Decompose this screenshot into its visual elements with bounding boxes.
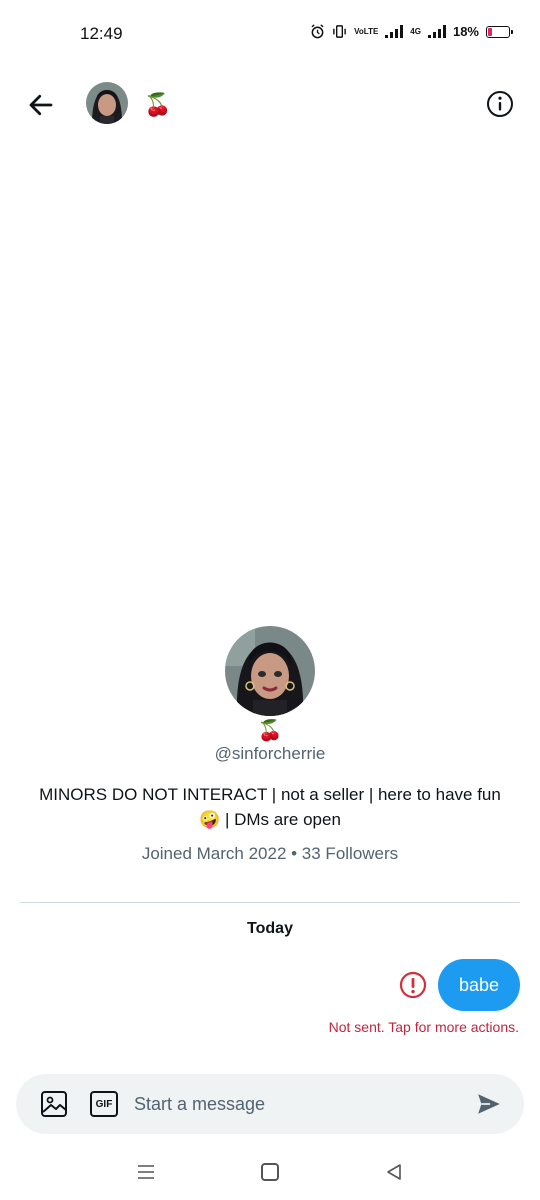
info-button[interactable] bbox=[486, 90, 514, 118]
error-icon[interactable] bbox=[399, 971, 427, 999]
info-icon bbox=[487, 91, 513, 117]
battery-level bbox=[488, 27, 492, 36]
profile-bio-line-2: 🤪 | DMs are open bbox=[199, 810, 341, 829]
battery-percent: 18% bbox=[452, 24, 479, 39]
arrow-left-icon bbox=[29, 94, 53, 116]
date-separator: Today bbox=[247, 920, 293, 937]
media-button[interactable] bbox=[40, 1090, 68, 1118]
triangle-back-icon bbox=[387, 1164, 401, 1180]
conversation-header: 🍒 bbox=[0, 76, 540, 132]
system-navbar bbox=[0, 1150, 540, 1200]
menu-icon bbox=[138, 1165, 154, 1179]
vibrate-icon bbox=[332, 24, 347, 39]
image-icon bbox=[41, 1091, 67, 1117]
message-status[interactable]: Not sent. Tap for more actions. bbox=[329, 1019, 519, 1035]
divider bbox=[20, 902, 520, 903]
profile-avatar[interactable] bbox=[225, 626, 315, 716]
signal-icon bbox=[385, 25, 404, 38]
signal-icon-2 bbox=[427, 25, 446, 38]
profile-name: 🍒 bbox=[257, 720, 283, 742]
recent-apps-button[interactable] bbox=[136, 1162, 156, 1182]
home-button[interactable] bbox=[261, 1163, 279, 1181]
header-name[interactable]: 🍒 bbox=[144, 92, 171, 118]
message-composer: GIF bbox=[16, 1074, 524, 1134]
profile-meta: Joined March 2022 • 33 Followers bbox=[141, 844, 399, 863]
system-back-button[interactable] bbox=[384, 1162, 404, 1182]
send-button[interactable] bbox=[476, 1091, 502, 1117]
battery-icon bbox=[486, 25, 513, 38]
avatar[interactable] bbox=[86, 82, 128, 124]
status-bar: 12:49 VoLTE 4G 18% bbox=[0, 0, 540, 68]
back-button[interactable] bbox=[26, 90, 56, 120]
message-bubble[interactable]: babe bbox=[438, 959, 520, 1011]
network-type-icon: 4G bbox=[410, 27, 421, 36]
message-input[interactable] bbox=[134, 1090, 454, 1118]
profile-handle: @sinforcherrie bbox=[214, 744, 326, 763]
gif-button[interactable]: GIF bbox=[90, 1091, 118, 1117]
volte-icon: VoLTE bbox=[354, 26, 379, 36]
profile-bio-line-1: MINORS DO NOT INTERACT | not a seller | … bbox=[39, 785, 501, 804]
profile-summary: 🍒 @sinforcherrie MINORS DO NOT INTERACT … bbox=[0, 626, 540, 864]
alarm-icon bbox=[310, 24, 325, 39]
status-icons: VoLTE 4G 18% bbox=[310, 24, 513, 39]
profile-bio: MINORS DO NOT INTERACT | not a seller | … bbox=[35, 782, 505, 832]
send-icon bbox=[478, 1094, 500, 1114]
status-time: 12:49 bbox=[80, 24, 123, 43]
